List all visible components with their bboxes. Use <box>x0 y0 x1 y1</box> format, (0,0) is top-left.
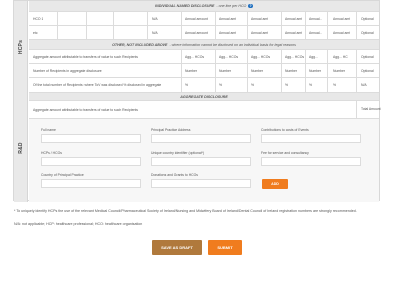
add-button[interactable]: ADD <box>262 179 288 189</box>
total-amount-cell[interactable]: Total Amount <box>359 101 381 118</box>
fee-for-service-input[interactable] <box>261 157 361 166</box>
na-cell: N/A <box>361 83 367 87</box>
table-row: Aggregate amount attributable to transfe… <box>29 101 381 119</box>
amount-cell[interactable]: Annual amt <box>217 12 236 25</box>
value-cell[interactable]: Agg... HCOs <box>283 50 304 63</box>
value-cell[interactable]: Number <box>217 64 231 77</box>
table-row: Of the total number of Recipients: where… <box>29 78 379 93</box>
na-cell: N/A <box>152 16 158 21</box>
row-label: Number of Recipients in aggregate disclo… <box>33 68 102 73</box>
table-row: Number of Recipients in aggregate disclo… <box>29 64 379 78</box>
optional-cell[interactable]: Optional <box>359 50 374 63</box>
amount-cell[interactable]: Annual amt <box>217 26 236 39</box>
value-cell[interactable]: % <box>183 78 188 92</box>
amount-cell[interactable]: Annual... <box>307 26 322 39</box>
principal-practice-address-label: Principal Practice Address <box>151 128 191 132</box>
value-cell[interactable]: Number <box>283 64 297 77</box>
value-cell[interactable]: % <box>217 78 222 92</box>
other-disclosure-header: OTHER, NOT INCLUDED ABOVE - where inform… <box>29 40 379 50</box>
value-cell[interactable]: Number <box>183 64 197 77</box>
hcps-hcos-input[interactable] <box>41 157 141 166</box>
section-label-rd: R&D <box>14 93 28 202</box>
info-icon[interactable]: ? <box>248 3 253 9</box>
value-cell[interactable]: Agg... HCOs <box>183 50 204 63</box>
value-cell[interactable]: Agg... HCOs <box>249 50 270 63</box>
unique-identifier-input[interactable] <box>151 157 251 166</box>
value-cell[interactable]: Number <box>249 64 263 77</box>
disclosure-table: HCPs R&D INDIVIDUAL NAMED DISCLOSURE - o… <box>13 0 381 202</box>
na-cell: N/A <box>152 30 158 35</box>
add-recipient-form: Full name Principal Practice Address Con… <box>29 119 379 202</box>
save-draft-button[interactable]: SAVE AS DRAFT <box>152 240 202 255</box>
table-row: Aggregate amount attributable to transfe… <box>29 50 379 64</box>
value-cell[interactable]: Number <box>307 64 321 77</box>
row-label: Of the total number of Recipients: where… <box>33 83 162 87</box>
hco-name-cell: HCO 1 <box>33 16 44 21</box>
contributions-label: Contributions to costs of Events <box>261 128 309 132</box>
value-cell[interactable]: % <box>283 78 288 92</box>
unique-identifier-label: Unique country identifier (optional*) <box>151 151 204 155</box>
row-label: Aggregate amount attributable to transfe… <box>33 54 138 59</box>
amount-cell[interactable]: Annual amt <box>331 26 350 39</box>
value-cell[interactable]: % <box>249 78 254 92</box>
amount-cell[interactable]: Annual amt <box>331 12 350 25</box>
footnote-abbreviations: N/A: not applicable; HCP: healthcare pro… <box>14 222 143 226</box>
country-label: Country of Principal Practice <box>41 173 84 177</box>
amount-cell[interactable]: Annual... <box>307 12 322 25</box>
contributions-input[interactable] <box>261 134 361 143</box>
aggregate-disclosure-header: AGGREGATE DISCLOSURE <box>29 93 379 101</box>
full-name-input[interactable] <box>41 134 141 143</box>
table-row: etc N/A Annual amount Annual amt Annual … <box>29 26 379 40</box>
donations-input[interactable] <box>151 179 251 188</box>
row-label: Aggregate amount attributable to transfe… <box>33 107 138 112</box>
amount-cell[interactable]: Annual amt <box>283 12 302 25</box>
amount-cell[interactable]: Annual amt <box>249 26 268 39</box>
value-cell[interactable]: % <box>331 78 336 92</box>
amount-cell[interactable]: Annual amt <box>283 26 302 39</box>
value-cell[interactable]: Agg... HCOs <box>217 50 238 63</box>
donations-label: Donations and Grants to HCOs <box>151 173 198 177</box>
value-cell[interactable]: Agg... HC <box>331 50 348 63</box>
optional-cell[interactable]: Optional <box>359 26 374 39</box>
amount-cell[interactable]: Annual amt <box>249 12 268 25</box>
amount-cell[interactable]: Annual amount <box>183 12 208 25</box>
country-input[interactable] <box>41 179 141 188</box>
section-label-hcps: HCPs <box>14 1 28 93</box>
submit-button[interactable]: SUBMIT <box>208 240 242 255</box>
hcps-hcos-label: HCPs / HCOs <box>41 151 62 155</box>
optional-cell[interactable]: Optional <box>359 12 374 25</box>
footnote-identifier: * To uniquely identify HCPs the use of t… <box>14 209 357 213</box>
full-name-label: Full name <box>41 128 56 132</box>
optional-cell[interactable]: Optional <box>359 64 374 77</box>
individual-disclosure-header: INDIVIDUAL NAMED DISCLOSURE - one line p… <box>29 1 379 12</box>
amount-cell[interactable]: Annual amount <box>183 26 208 39</box>
fee-for-service-label: Fee for service and consultancy <box>261 151 309 155</box>
value-cell[interactable]: % <box>307 78 312 92</box>
value-cell[interactable]: Number <box>331 64 345 77</box>
hco-name-cell: etc <box>33 30 38 35</box>
principal-practice-address-input[interactable] <box>151 134 251 143</box>
table-row: HCO 1 N/A Annual amount Annual amt Annua… <box>29 12 379 26</box>
value-cell[interactable]: Agg... <box>307 50 318 63</box>
